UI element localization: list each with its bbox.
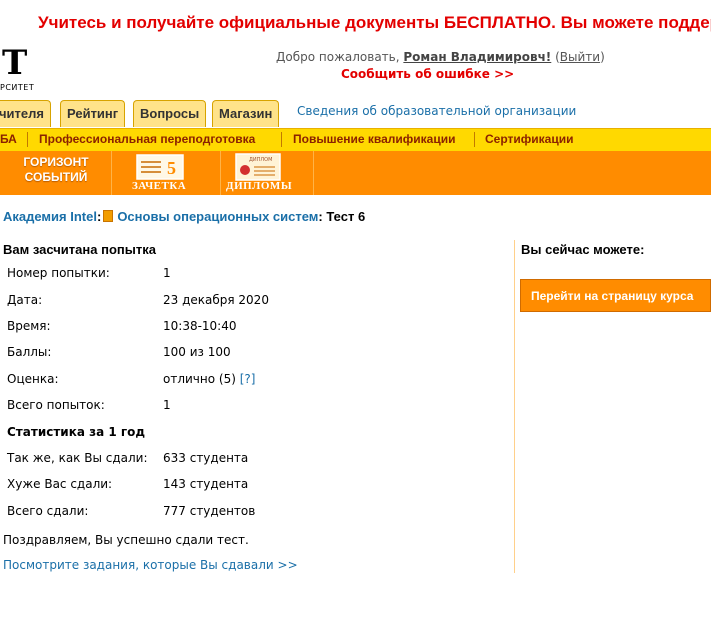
stats-row-label: Так же, как Вы сдали: (7, 451, 148, 465)
subnav-item-qualification[interactable]: Повышение квалификации (293, 132, 455, 146)
logout-paren-close: ) (600, 50, 605, 64)
diplomas-link[interactable]: ДИПЛОМ ДИПЛОМЫ (221, 151, 314, 195)
gradebook-badge: 5 (167, 158, 176, 178)
logout-link[interactable]: Выйти (560, 50, 600, 64)
report-error-link[interactable]: Сообщить об ошибке >> (341, 67, 514, 81)
result-row-label: Баллы: (7, 345, 52, 359)
tab-teachers[interactable]: чителя (0, 100, 51, 127)
gradebook-icon: 5 (136, 154, 184, 180)
go-to-course-button[interactable]: Перейти на страницу курса (520, 279, 711, 312)
stats-heading: Статистика за 1 год (7, 425, 146, 439)
diplomas-label: ДИПЛОМЫ (226, 180, 293, 192)
grade-help-link[interactable]: [?] (240, 372, 256, 386)
result-row-value: 10:38-10:40 (163, 319, 237, 333)
stats-row-label: Всего сдали: (7, 504, 89, 518)
breadcrumb: Академия Intel: Основы операционных систе… (3, 209, 365, 224)
breadcrumb-academy-link[interactable]: Академия Intel (3, 209, 97, 224)
attempt-result-panel: Вам засчитана попытка Номер попытки: 1 Д… (3, 242, 511, 572)
tab-questions[interactable]: Вопросы (133, 100, 207, 127)
breadcrumb-course-link[interactable]: Основы операционных систем (117, 209, 318, 224)
subnav-item-certification[interactable]: Сертификации (485, 132, 573, 146)
result-row-value: 100 из 100 (163, 345, 231, 359)
stats-row-label: Хуже Вас сдали: (7, 477, 113, 491)
course-book-icon (103, 210, 114, 222)
result-row-label: Оценка: (7, 372, 59, 386)
diploma-icon: ДИПЛОМ (235, 153, 281, 181)
result-row-label: Дата: (7, 293, 43, 307)
promo-bar: ГОРИЗОНТ СОБЫТИЙ 5 ЗАЧЕТКА ДИПЛОМ ДИПЛОМ… (0, 151, 711, 195)
horizon-events-link[interactable]: ГОРИЗОНТ СОБЫТИЙ (0, 151, 112, 195)
subnav-separator (281, 132, 282, 147)
zachetka-link[interactable]: 5 ЗАЧЕТКА (112, 151, 221, 195)
result-row-label: Номер попытки: (7, 266, 110, 280)
welcome-line: Добро пожаловать, Роман Владимировч! (Вы… (276, 50, 605, 64)
attempt-result-heading: Вам засчитана попытка (3, 242, 156, 257)
column-divider (514, 240, 515, 573)
diploma-badge-text: ДИПЛОМ (249, 157, 272, 163)
sub-navigation: БА Профессиональная переподготовка Повыш… (0, 128, 711, 151)
subnav-item-mba[interactable]: БА (0, 132, 17, 146)
result-row-value: 1 (163, 398, 171, 412)
grade-value-line: отлично (5) [?] (163, 372, 255, 386)
welcome-prefix: Добро пожаловать, (276, 50, 404, 64)
subnav-item-retraining[interactable]: Профессиональная переподготовка (39, 132, 255, 146)
promo-banner-text: Учитесь и получайте официальные документ… (38, 13, 711, 32)
org-info-link[interactable]: Сведения об образовательной организации (297, 104, 576, 118)
tab-shop[interactable]: Магазин (212, 100, 280, 127)
zachetka-label: ЗАЧЕТКА (132, 180, 187, 192)
subnav-separator (27, 132, 28, 147)
stats-row-value: 777 студентов (163, 504, 256, 518)
horizon-line1: ГОРИЗОНТ (23, 155, 89, 169)
tab-rating[interactable]: Рейтинг (60, 100, 126, 127)
horizon-events-logo: ГОРИЗОНТ СОБЫТИЙ (8, 155, 104, 191)
result-row-label: Время: (7, 319, 51, 333)
breadcrumb-test-title: Тест 6 (326, 209, 366, 224)
subnav-separator (474, 132, 475, 147)
congrats-message: Поздравляем, Вы успешно сдали тест. (3, 533, 249, 547)
result-row-value: 1 (163, 266, 171, 280)
breadcrumb-colon: : (96, 209, 102, 224)
actions-heading: Вы сейчас можете: (521, 242, 645, 257)
result-row-label: Всего попыток: (7, 398, 105, 412)
promo-banner[interactable]: Учитесь и получайте официальные документ… (0, 0, 711, 40)
grade-value: отлично (5) (163, 372, 236, 386)
review-answers-link[interactable]: Посмотрите задания, которые Вы сдавали >… (3, 558, 298, 572)
site-logo[interactable]: Т (2, 46, 27, 80)
user-name-link[interactable]: Роман Владимировч! (403, 50, 551, 64)
stats-row-value: 633 студента (163, 451, 249, 465)
site-logo-subtitle: РСИТЕТ (0, 83, 35, 92)
horizon-line2: СОБЫТИЙ (24, 170, 88, 184)
logout-paren-open: ( (551, 50, 560, 64)
result-row-value: 23 декабря 2020 (163, 293, 269, 307)
breadcrumb-colon: : (318, 209, 323, 224)
stats-row-value: 143 студента (163, 477, 249, 491)
